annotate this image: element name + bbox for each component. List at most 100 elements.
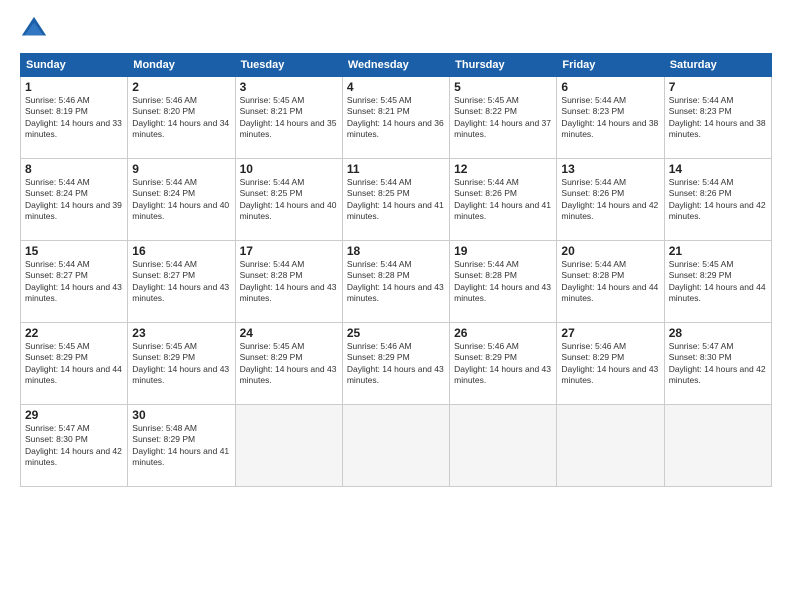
- day-number: 15: [25, 244, 123, 258]
- calendar-cell: 2Sunrise: 5:46 AMSunset: 8:20 PMDaylight…: [128, 77, 235, 159]
- day-number: 6: [561, 80, 659, 94]
- day-number: 10: [240, 162, 338, 176]
- calendar-cell: 19Sunrise: 5:44 AMSunset: 8:28 PMDayligh…: [450, 241, 557, 323]
- cell-info: Sunrise: 5:44 AMSunset: 8:24 PMDaylight:…: [25, 177, 122, 221]
- day-header: Wednesday: [342, 54, 449, 77]
- day-number: 19: [454, 244, 552, 258]
- day-number: 9: [132, 162, 230, 176]
- calendar-cell: 10Sunrise: 5:44 AMSunset: 8:25 PMDayligh…: [235, 159, 342, 241]
- calendar: SundayMondayTuesdayWednesdayThursdayFrid…: [20, 53, 772, 487]
- calendar-cell: 14Sunrise: 5:44 AMSunset: 8:26 PMDayligh…: [664, 159, 771, 241]
- day-number: 29: [25, 408, 123, 422]
- day-number: 28: [669, 326, 767, 340]
- calendar-cell: 13Sunrise: 5:44 AMSunset: 8:26 PMDayligh…: [557, 159, 664, 241]
- cell-info: Sunrise: 5:47 AMSunset: 8:30 PMDaylight:…: [669, 341, 766, 385]
- cell-info: Sunrise: 5:44 AMSunset: 8:24 PMDaylight:…: [132, 177, 229, 221]
- day-number: 20: [561, 244, 659, 258]
- day-number: 2: [132, 80, 230, 94]
- day-number: 26: [454, 326, 552, 340]
- cell-info: Sunrise: 5:44 AMSunset: 8:27 PMDaylight:…: [132, 259, 229, 303]
- calendar-cell: 11Sunrise: 5:44 AMSunset: 8:25 PMDayligh…: [342, 159, 449, 241]
- day-header: Monday: [128, 54, 235, 77]
- calendar-cell: 18Sunrise: 5:44 AMSunset: 8:28 PMDayligh…: [342, 241, 449, 323]
- calendar-cell: [664, 405, 771, 487]
- cell-info: Sunrise: 5:44 AMSunset: 8:25 PMDaylight:…: [347, 177, 444, 221]
- cell-info: Sunrise: 5:44 AMSunset: 8:23 PMDaylight:…: [669, 95, 766, 139]
- calendar-cell: 20Sunrise: 5:44 AMSunset: 8:28 PMDayligh…: [557, 241, 664, 323]
- calendar-cell: 5Sunrise: 5:45 AMSunset: 8:22 PMDaylight…: [450, 77, 557, 159]
- calendar-cell: 22Sunrise: 5:45 AMSunset: 8:29 PMDayligh…: [21, 323, 128, 405]
- cell-info: Sunrise: 5:44 AMSunset: 8:26 PMDaylight:…: [561, 177, 658, 221]
- day-number: 24: [240, 326, 338, 340]
- cell-info: Sunrise: 5:46 AMSunset: 8:20 PMDaylight:…: [132, 95, 229, 139]
- day-number: 17: [240, 244, 338, 258]
- cell-info: Sunrise: 5:44 AMSunset: 8:28 PMDaylight:…: [454, 259, 551, 303]
- cell-info: Sunrise: 5:47 AMSunset: 8:30 PMDaylight:…: [25, 423, 122, 467]
- calendar-cell: 9Sunrise: 5:44 AMSunset: 8:24 PMDaylight…: [128, 159, 235, 241]
- calendar-cell: 29Sunrise: 5:47 AMSunset: 8:30 PMDayligh…: [21, 405, 128, 487]
- cell-info: Sunrise: 5:44 AMSunset: 8:26 PMDaylight:…: [454, 177, 551, 221]
- day-number: 22: [25, 326, 123, 340]
- calendar-cell: 17Sunrise: 5:44 AMSunset: 8:28 PMDayligh…: [235, 241, 342, 323]
- cell-info: Sunrise: 5:45 AMSunset: 8:21 PMDaylight:…: [347, 95, 444, 139]
- page: SundayMondayTuesdayWednesdayThursdayFrid…: [0, 0, 792, 612]
- cell-info: Sunrise: 5:45 AMSunset: 8:29 PMDaylight:…: [240, 341, 337, 385]
- day-number: 23: [132, 326, 230, 340]
- logo: [20, 15, 52, 43]
- calendar-cell: 8Sunrise: 5:44 AMSunset: 8:24 PMDaylight…: [21, 159, 128, 241]
- day-header: Friday: [557, 54, 664, 77]
- cell-info: Sunrise: 5:46 AMSunset: 8:19 PMDaylight:…: [25, 95, 122, 139]
- calendar-cell: 21Sunrise: 5:45 AMSunset: 8:29 PMDayligh…: [664, 241, 771, 323]
- day-number: 3: [240, 80, 338, 94]
- cell-info: Sunrise: 5:45 AMSunset: 8:22 PMDaylight:…: [454, 95, 551, 139]
- calendar-cell: 4Sunrise: 5:45 AMSunset: 8:21 PMDaylight…: [342, 77, 449, 159]
- cell-info: Sunrise: 5:44 AMSunset: 8:27 PMDaylight:…: [25, 259, 122, 303]
- cell-info: Sunrise: 5:44 AMSunset: 8:28 PMDaylight:…: [240, 259, 337, 303]
- cell-info: Sunrise: 5:45 AMSunset: 8:29 PMDaylight:…: [669, 259, 766, 303]
- calendar-cell: 26Sunrise: 5:46 AMSunset: 8:29 PMDayligh…: [450, 323, 557, 405]
- calendar-cell: 7Sunrise: 5:44 AMSunset: 8:23 PMDaylight…: [664, 77, 771, 159]
- cell-info: Sunrise: 5:44 AMSunset: 8:28 PMDaylight:…: [561, 259, 658, 303]
- calendar-cell: 16Sunrise: 5:44 AMSunset: 8:27 PMDayligh…: [128, 241, 235, 323]
- calendar-cell: [450, 405, 557, 487]
- day-number: 11: [347, 162, 445, 176]
- calendar-cell: 23Sunrise: 5:45 AMSunset: 8:29 PMDayligh…: [128, 323, 235, 405]
- day-number: 8: [25, 162, 123, 176]
- week-row: 1Sunrise: 5:46 AMSunset: 8:19 PMDaylight…: [21, 77, 772, 159]
- day-number: 18: [347, 244, 445, 258]
- week-row: 29Sunrise: 5:47 AMSunset: 8:30 PMDayligh…: [21, 405, 772, 487]
- cell-info: Sunrise: 5:48 AMSunset: 8:29 PMDaylight:…: [132, 423, 229, 467]
- day-header: Thursday: [450, 54, 557, 77]
- cell-info: Sunrise: 5:44 AMSunset: 8:23 PMDaylight:…: [561, 95, 658, 139]
- calendar-cell: 25Sunrise: 5:46 AMSunset: 8:29 PMDayligh…: [342, 323, 449, 405]
- week-row: 22Sunrise: 5:45 AMSunset: 8:29 PMDayligh…: [21, 323, 772, 405]
- calendar-cell: [557, 405, 664, 487]
- calendar-cell: 6Sunrise: 5:44 AMSunset: 8:23 PMDaylight…: [557, 77, 664, 159]
- cell-info: Sunrise: 5:46 AMSunset: 8:29 PMDaylight:…: [347, 341, 444, 385]
- calendar-cell: [235, 405, 342, 487]
- calendar-cell: 12Sunrise: 5:44 AMSunset: 8:26 PMDayligh…: [450, 159, 557, 241]
- day-number: 30: [132, 408, 230, 422]
- cell-info: Sunrise: 5:45 AMSunset: 8:29 PMDaylight:…: [25, 341, 122, 385]
- calendar-cell: 28Sunrise: 5:47 AMSunset: 8:30 PMDayligh…: [664, 323, 771, 405]
- day-header: Tuesday: [235, 54, 342, 77]
- day-number: 1: [25, 80, 123, 94]
- day-header: Saturday: [664, 54, 771, 77]
- day-number: 7: [669, 80, 767, 94]
- day-number: 14: [669, 162, 767, 176]
- day-number: 12: [454, 162, 552, 176]
- cell-info: Sunrise: 5:45 AMSunset: 8:29 PMDaylight:…: [132, 341, 229, 385]
- day-number: 27: [561, 326, 659, 340]
- calendar-cell: 24Sunrise: 5:45 AMSunset: 8:29 PMDayligh…: [235, 323, 342, 405]
- week-row: 8Sunrise: 5:44 AMSunset: 8:24 PMDaylight…: [21, 159, 772, 241]
- week-row: 15Sunrise: 5:44 AMSunset: 8:27 PMDayligh…: [21, 241, 772, 323]
- calendar-cell: 3Sunrise: 5:45 AMSunset: 8:21 PMDaylight…: [235, 77, 342, 159]
- cell-info: Sunrise: 5:44 AMSunset: 8:25 PMDaylight:…: [240, 177, 337, 221]
- cell-info: Sunrise: 5:44 AMSunset: 8:28 PMDaylight:…: [347, 259, 444, 303]
- cell-info: Sunrise: 5:46 AMSunset: 8:29 PMDaylight:…: [454, 341, 551, 385]
- header: [20, 15, 772, 43]
- cell-info: Sunrise: 5:45 AMSunset: 8:21 PMDaylight:…: [240, 95, 337, 139]
- day-number: 21: [669, 244, 767, 258]
- day-number: 5: [454, 80, 552, 94]
- cell-info: Sunrise: 5:44 AMSunset: 8:26 PMDaylight:…: [669, 177, 766, 221]
